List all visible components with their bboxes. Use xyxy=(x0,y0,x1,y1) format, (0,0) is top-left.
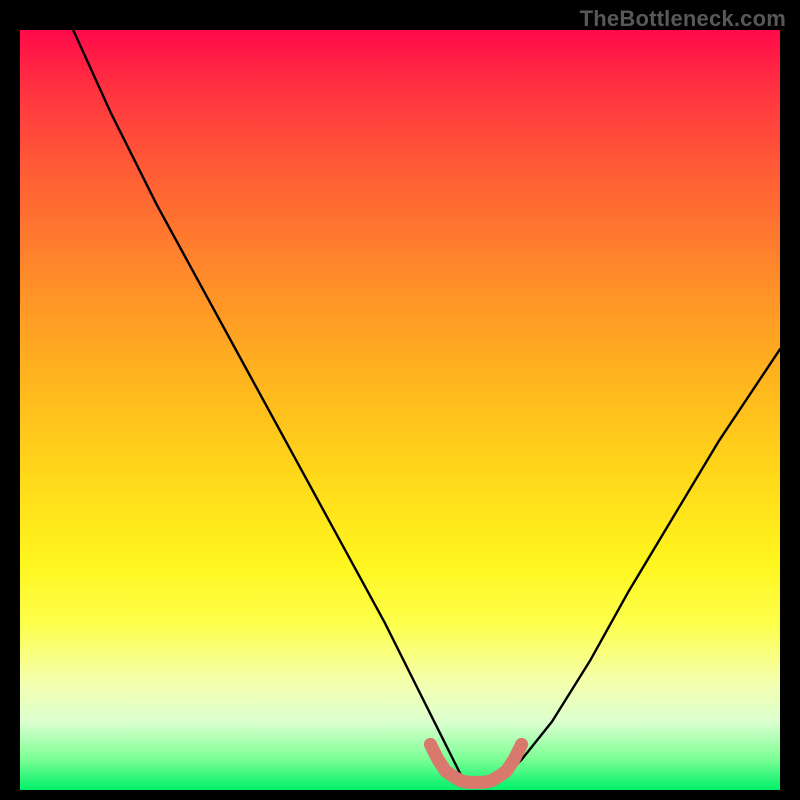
chart-svg xyxy=(20,30,780,790)
optimal-band xyxy=(430,744,521,782)
bottleneck-curve xyxy=(73,30,780,782)
plot-area xyxy=(20,30,780,790)
chart-container: TheBottleneck.com xyxy=(0,0,800,800)
watermark-text: TheBottleneck.com xyxy=(580,6,786,32)
